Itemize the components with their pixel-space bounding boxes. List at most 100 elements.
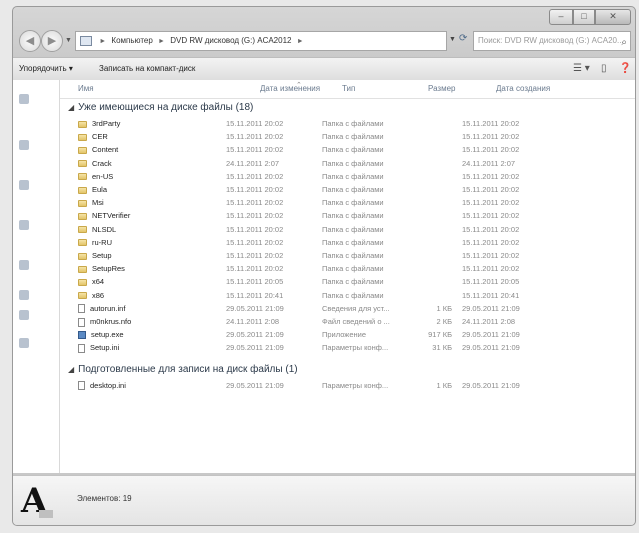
view-options-icon[interactable]: ☰ ▾ [573,58,590,80]
table-row[interactable]: 3rdParty 15.11.2011 20:02 Папка с файлами 1… [60,118,635,130]
column-header-size[interactable]: Размер [428,81,456,97]
table-row[interactable]: setup.exe 29.05.2011 21:09 Приложение 917 К… [60,329,635,341]
command-bar: Упорядочить ▾ Записать на компакт-диск ☰… [13,57,635,81]
folder-icon [78,278,87,286]
table-row[interactable]: Setup 15.11.2011 20:02 Папка с файлами 15.1… [60,250,635,262]
file-name: 3rdParty [78,118,228,130]
file-modified-date: 15.11.2011 20:41 [226,290,284,300]
file-size: 1 КБ [436,303,452,313]
file-size: 31 КБ [432,343,452,353]
table-row[interactable]: CER 15.11.2011 20:02 Папка с файлами 15.11.… [60,131,635,143]
file-name: Msi [78,197,228,209]
file-created-date: 24.11.2011 2:08 [462,317,516,326]
address-dropdown-chevron-icon[interactable]: ▼ [449,36,456,43]
search-icon: ⌕ [621,37,627,48]
table-row[interactable]: NETVerifier 15.11.2011 20:02 Папка с файла… [60,210,635,222]
forward-button[interactable]: ▶ [41,30,63,52]
file-name: m0nkrus.nfo [78,316,228,328]
file-type: Папка с файлами [322,145,384,155]
folder-icon [78,120,87,128]
libraries-icon[interactable] [19,140,29,150]
caption-buttons: – □ ✕ [549,9,631,25]
breadcrumb-dvd-drive[interactable]: DVD RW дисковод (G:) ACA2012 [170,36,291,45]
collapse-triangle-icon[interactable]: ◢ [68,365,74,374]
column-header-name[interactable]: Имя [78,81,94,97]
drive-icon[interactable] [19,290,29,300]
computer-icon[interactable] [19,260,29,270]
file-icon [78,304,85,314]
file-name: ru-RU [78,237,228,249]
organize-menu-button[interactable]: Упорядочить ▾ [19,58,73,80]
file-type: Сведения для уст... [322,303,390,313]
file-type: Папка с файлами [322,171,384,181]
file-type: Папка с файлами [322,119,384,128]
group-title: Подготовленные для записи на диск файлы … [78,363,298,375]
collapse-triangle-icon[interactable]: ◢ [68,103,74,112]
table-row[interactable]: Setup.ini 29.05.2011 21:09 Параметры конф.… [60,342,635,354]
breadcrumb-computer[interactable]: Компьютер [111,36,152,45]
folder-icon [78,199,87,207]
file-type: Файл сведений о ... [322,317,390,326]
file-modified-date: 15.11.2011 20:02 [226,251,284,260]
table-row[interactable]: x86 15.11.2011 20:41 Папка с файлами 15.11.… [60,290,635,302]
table-row[interactable]: Eula 15.11.2011 20:02 Папка с файлами 15.11… [60,184,635,196]
column-header-created[interactable]: Дата создания [496,81,550,97]
table-row[interactable]: SetupRes 15.11.2011 20:02 Папка с файлами 1… [60,263,635,275]
file-modified-date: 15.11.2011 20:02 [226,145,284,155]
drive-icon[interactable] [19,310,29,320]
column-header-modified[interactable]: Дата изменения [260,81,320,97]
table-row[interactable]: desktop.ini 29.05.2011 21:09 Параметры кон… [60,380,635,392]
help-icon[interactable]: ❓ [619,58,631,80]
table-row[interactable]: ru-RU 15.11.2011 20:02 Папка с файлами 15.1… [60,237,635,249]
file-modified-date: 15.11.2011 20:02 [226,132,284,142]
burn-to-disc-button[interactable]: Записать на компакт-диск [99,58,195,80]
folder-icon [78,265,87,273]
file-created-date: 29.05.2011 21:09 [462,303,520,313]
file-modified-date: 15.11.2011 20:05 [226,277,284,287]
table-row[interactable]: Msi 15.11.2011 20:02 Папка с файлами 15.11.… [60,197,635,209]
navigation-bar: ◀ ▶ ▼ ► Компьютер ► DVD RW дисковод (G:)… [17,29,631,55]
table-row[interactable]: Crack 24.11.2011 2:07 Папка с файлами 24.11… [60,158,635,170]
table-row[interactable]: autorun.inf 29.05.2011 21:09 Сведения для … [60,303,635,315]
file-type: Папка с файлами [322,198,384,208]
close-button[interactable]: ✕ [595,9,631,25]
folder-icon [78,160,87,168]
file-created-date: 15.11.2011 20:41 [462,290,520,300]
group-header[interactable]: ◢ Подготовленные для записи на диск файлы… [68,364,298,375]
favorites-icon[interactable] [19,94,29,104]
folder-icon [78,133,87,141]
file-created-date: 15.11.2011 20:02 [462,198,520,208]
file-modified-date: 15.11.2011 20:02 [226,119,284,128]
application-icon [78,331,86,340]
search-input[interactable]: Поиск: DVD RW дисковод (G:) ACA20... ⌕ [473,31,631,51]
preview-pane-icon[interactable]: ▯ [601,58,607,80]
file-name: desktop.ini [78,380,228,392]
file-type: Папка с файлами [322,158,384,168]
address-bar[interactable]: ► Компьютер ► DVD RW дисковод (G:) ACA20… [75,31,447,51]
back-button[interactable]: ◀ [19,30,41,52]
table-row[interactable]: x64 15.11.2011 20:05 Папка с файлами 15.11.… [60,276,635,288]
file-modified-date: 29.05.2011 21:09 [226,330,284,340]
file-type: Параметры конф... [322,380,389,390]
column-header-type[interactable]: Тип [342,81,355,97]
file-created-date: 15.11.2011 20:02 [462,211,520,221]
network-icon[interactable] [19,338,29,348]
homegroup-icon[interactable] [19,220,29,230]
group-header[interactable]: ◢ Уже имеющиеся на диске файлы (18) [68,102,253,113]
table-row[interactable]: en-US 15.11.2011 20:02 Папка с файлами 15.1… [60,171,635,183]
library-folder-icon[interactable] [19,180,29,190]
file-name: NETVerifier [78,210,228,222]
file-created-date: 15.11.2011 20:02 [462,132,520,142]
refresh-icon[interactable]: ⟳ [459,33,467,44]
table-row[interactable]: m0nkrus.nfo 24.11.2011 2:08 Файл сведений … [60,316,635,328]
maximize-button[interactable]: □ [573,9,595,25]
file-name: Setup.ini [78,342,228,354]
file-size: 1 КБ [436,380,452,390]
recent-pages-chevron-icon[interactable]: ▼ [65,37,72,44]
minimize-button[interactable]: – [549,9,573,25]
file-modified-date: 29.05.2011 21:09 [226,343,284,353]
details-pane: A Элементов: 19 [13,475,635,525]
table-row[interactable]: NLSDL 15.11.2011 20:02 Папка с файлами 15.1… [60,224,635,236]
table-row[interactable]: Content 15.11.2011 20:02 Папка с файлами 15… [60,144,635,156]
file-name: setup.exe [78,329,228,341]
